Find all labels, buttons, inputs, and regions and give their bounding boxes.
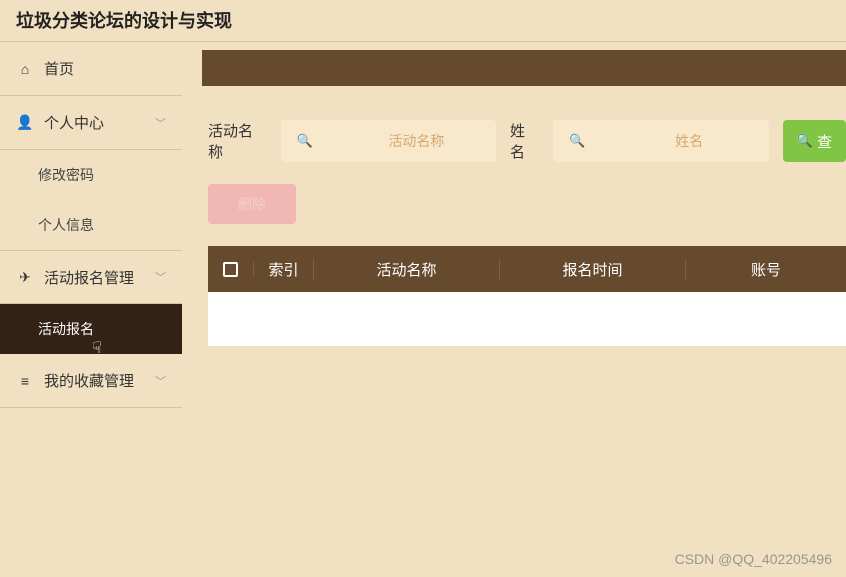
sidebar-item-label: 修改密码 <box>38 165 94 185</box>
chevron-down-icon: ﹀ <box>155 373 166 389</box>
search-icon: 🔍 <box>569 133 585 149</box>
search-icon: 🔍 <box>797 133 813 149</box>
input-placeholder: 姓名 <box>675 131 703 151</box>
user-icon: 👤 <box>16 114 34 131</box>
search-icon: 🔍 <box>297 133 313 149</box>
main-content: 活动名称 🔍 活动名称 姓名 🔍 姓名 🔍 查 删除 索引 <box>182 42 846 577</box>
sidebar-item-label: 个人信息 <box>38 215 94 235</box>
delete-button[interactable]: 删除 <box>208 184 296 224</box>
input-placeholder: 活动名称 <box>388 131 444 151</box>
sidebar-item-label: 活动报名 <box>38 319 94 339</box>
sidebar-item-label: 我的收藏管理 <box>44 370 134 391</box>
sidebar-item-label: 个人中心 <box>44 112 104 133</box>
column-signup-time: 报名时间 <box>500 259 686 280</box>
filter-bar: 活动名称 🔍 活动名称 姓名 🔍 姓名 🔍 查 <box>208 120 846 162</box>
sidebar-item-activity-signup[interactable]: 活动报名 <box>0 304 182 354</box>
sidebar-item-label: 首页 <box>44 58 74 79</box>
chevron-down-icon: ﹀ <box>155 115 166 131</box>
header-bar <box>202 50 846 86</box>
table-header: 索引 活动名称 报名时间 账号 <box>208 246 846 292</box>
sidebar-item-home[interactable]: ⌂ 首页 <box>0 42 182 96</box>
sidebar-item-personal[interactable]: 👤 个人中心 ﹀ <box>0 96 182 150</box>
column-account: 账号 <box>686 259 846 280</box>
sidebar-item-favorites[interactable]: ≡ 我的收藏管理 ﹀ <box>0 354 182 408</box>
checkbox[interactable] <box>223 262 238 277</box>
activity-name-label: 活动名称 <box>208 120 267 162</box>
watermark: CSDN @QQ_402205496 <box>675 551 832 567</box>
list-icon: ≡ <box>16 373 34 389</box>
home-icon: ⌂ <box>16 61 34 77</box>
sidebar-item-change-password[interactable]: 修改密码 <box>0 150 182 200</box>
page-title: 垃圾分类论坛的设计与实现 <box>0 0 846 42</box>
sidebar-item-activity[interactable]: ✈ 活动报名管理 ﹀ <box>0 250 182 304</box>
name-label: 姓名 <box>510 120 539 162</box>
sidebar: ⌂ 首页 👤 个人中心 ﹀ 修改密码 个人信息 ✈ 活动报名管理 ﹀ 活动报名 … <box>0 42 182 577</box>
sidebar-item-label: 活动报名管理 <box>44 267 134 288</box>
send-icon: ✈ <box>16 269 34 286</box>
table-body-empty <box>208 292 846 346</box>
search-button[interactable]: 🔍 查 <box>783 120 846 162</box>
data-table: 索引 活动名称 报名时间 账号 <box>208 246 846 346</box>
column-index: 索引 <box>254 259 314 280</box>
search-button-label: 查 <box>817 131 832 152</box>
delete-button-label: 删除 <box>238 194 266 214</box>
name-input[interactable]: 🔍 姓名 <box>553 120 768 162</box>
column-activity-name: 活动名称 <box>314 259 500 280</box>
chevron-down-icon: ﹀ <box>155 269 166 285</box>
activity-name-input[interactable]: 🔍 活动名称 <box>281 120 496 162</box>
sidebar-item-personal-info[interactable]: 个人信息 <box>0 200 182 250</box>
select-all-header[interactable] <box>208 262 254 277</box>
